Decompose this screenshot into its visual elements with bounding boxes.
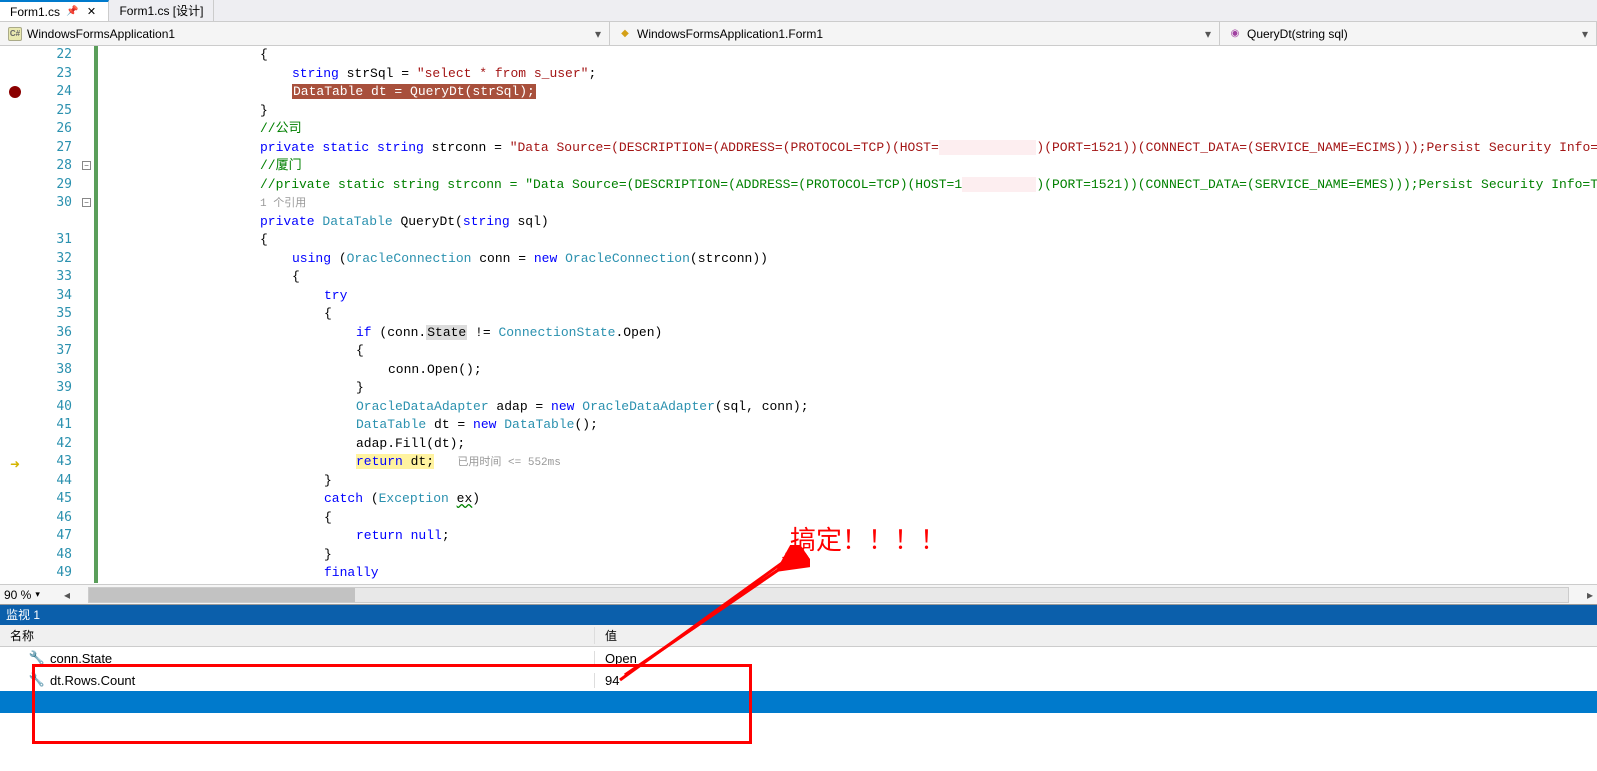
wrench-icon: 🔧 bbox=[30, 673, 44, 687]
document-tabs: Form1.cs 📌 ✕ Form1.cs [设计] bbox=[0, 0, 1597, 22]
fold-toggle[interactable]: − bbox=[82, 161, 91, 170]
scroll-right-icon[interactable]: ▸ bbox=[1583, 588, 1597, 602]
class-icon: ◆ bbox=[618, 27, 632, 41]
editor-footer: 90 % ▾ ◂ ▸ bbox=[0, 584, 1597, 604]
watch-header: 名称 值 bbox=[0, 625, 1597, 647]
chevron-down-icon[interactable]: ▾ bbox=[1582, 27, 1588, 41]
scrollbar-thumb[interactable] bbox=[89, 588, 355, 602]
context-project[interactable]: C# WindowsFormsApplication1 ▾ bbox=[0, 22, 610, 45]
watch-row[interactable]: 🔧 conn.State Open bbox=[0, 647, 1597, 669]
watch-name: dt.Rows.Count bbox=[50, 673, 135, 688]
watch-value: 94 bbox=[595, 673, 1597, 688]
breakpoint-icon[interactable] bbox=[9, 86, 21, 98]
zoom-value: 90 % bbox=[4, 588, 31, 602]
chevron-down-icon[interactable]: ▾ bbox=[1205, 27, 1211, 41]
watch-row[interactable]: 🔧 dt.Rows.Count 94 bbox=[0, 669, 1597, 691]
code-editor[interactable]: ➜ 22232425262728293031323334353637383940… bbox=[0, 46, 1597, 584]
context-project-label: WindowsFormsApplication1 bbox=[27, 27, 175, 41]
watch-panel: 监视 1 名称 值 🔧 conn.State Open 🔧 dt.Rows.Count 9… bbox=[0, 604, 1597, 764]
close-icon[interactable]: ✕ bbox=[84, 5, 98, 19]
tab-label: Form1.cs [设计] bbox=[119, 2, 203, 19]
chevron-down-icon[interactable]: ▾ bbox=[595, 27, 601, 41]
watch-value: Open bbox=[595, 651, 1597, 666]
context-class-label: WindowsFormsApplication1.Form1 bbox=[637, 27, 823, 41]
context-bar: C# WindowsFormsApplication1 ▾ ◆ WindowsF… bbox=[0, 22, 1597, 46]
watch-row-empty[interactable] bbox=[0, 691, 1597, 713]
pin-icon[interactable]: 📌 bbox=[66, 6, 78, 17]
watch-panel-title[interactable]: 监视 1 bbox=[0, 605, 1597, 625]
fold-toggle[interactable]: − bbox=[82, 198, 91, 207]
csharp-project-icon: C# bbox=[8, 27, 22, 41]
breakpoint-gutter[interactable]: ➜ bbox=[0, 46, 30, 584]
chevron-down-icon[interactable]: ▾ bbox=[35, 589, 40, 600]
wrench-icon: 🔧 bbox=[30, 651, 44, 665]
watch-name: conn.State bbox=[50, 651, 112, 666]
line-number-gutter: 2223242526272829303132333435363738394041… bbox=[30, 46, 80, 584]
code-area[interactable]: {string strSql = "select * from s_user";… bbox=[100, 46, 1597, 584]
context-method[interactable]: ◉ QueryDt(string sql) ▾ bbox=[1220, 22, 1597, 45]
context-method-label: QueryDt(string sql) bbox=[1247, 27, 1348, 41]
watch-header-value[interactable]: 值 bbox=[595, 627, 1597, 644]
method-icon: ◉ bbox=[1228, 27, 1242, 41]
current-line-arrow-icon: ➜ bbox=[0, 457, 30, 471]
scroll-left-icon[interactable]: ◂ bbox=[60, 588, 74, 602]
horizontal-scrollbar[interactable] bbox=[88, 587, 1569, 603]
tab-label: Form1.cs bbox=[10, 5, 60, 19]
watch-header-name[interactable]: 名称 bbox=[0, 627, 595, 644]
watch-body: 🔧 conn.State Open 🔧 dt.Rows.Count 94 bbox=[0, 647, 1597, 764]
tab-form1-cs[interactable]: Form1.cs 📌 ✕ bbox=[0, 0, 109, 21]
zoom-selector[interactable]: 90 % ▾ bbox=[0, 588, 60, 602]
fold-gutter[interactable]: −− bbox=[80, 46, 94, 584]
tab-form1-designer[interactable]: Form1.cs [设计] bbox=[109, 0, 214, 21]
context-class[interactable]: ◆ WindowsFormsApplication1.Form1 ▾ bbox=[610, 22, 1220, 45]
